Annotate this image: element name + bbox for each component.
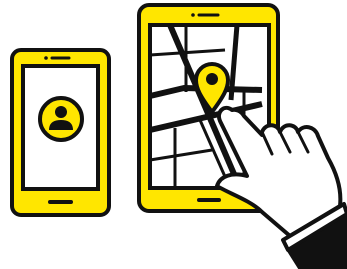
- pointing-hand-icon: [215, 105, 347, 269]
- smartphone-camera: [44, 56, 48, 60]
- smartphone-icon: [10, 48, 111, 217]
- tablet-camera: [191, 13, 195, 17]
- user-avatar-icon: [38, 96, 84, 142]
- devices-illustration: [10, 3, 347, 269]
